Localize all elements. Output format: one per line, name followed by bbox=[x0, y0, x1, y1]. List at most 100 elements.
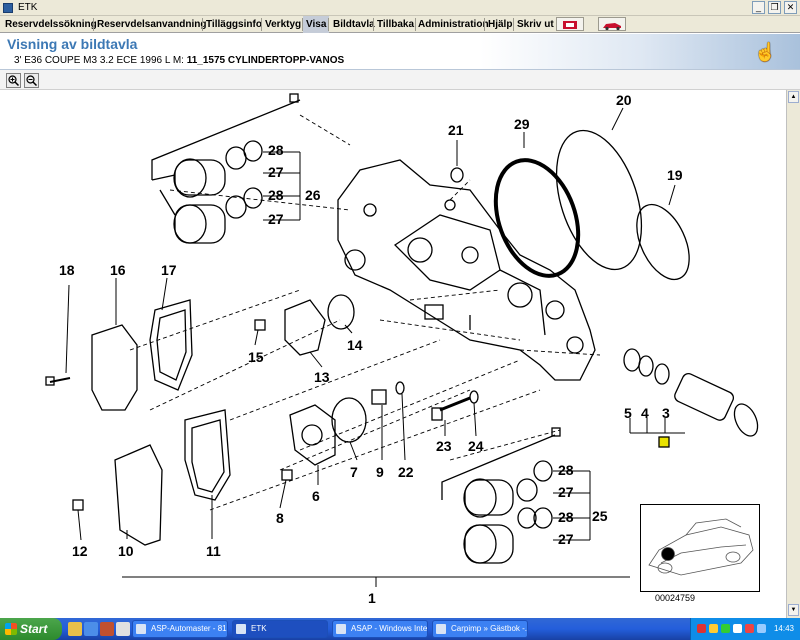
zoom-toolbar bbox=[0, 70, 800, 90]
diagram-title: 11_1575 CYLINDERTOPP-VANOS bbox=[186, 55, 345, 66]
callout-27-a[interactable]: 27 bbox=[268, 164, 284, 180]
zoom-in-icon bbox=[8, 75, 20, 87]
explorer-icon[interactable] bbox=[68, 622, 82, 636]
parts-diagram[interactable]: 1 3 4 5 6 7 8 9 10 11 12 13 14 15 16 17 18 19 20 21 22 23 24 25… bbox=[0, 90, 786, 618]
note-marker[interactable] bbox=[658, 436, 670, 448]
clock: 14:43 bbox=[773, 624, 794, 633]
location-dot bbox=[661, 547, 675, 561]
callout-8[interactable]: 8 bbox=[276, 510, 284, 526]
bolt-8 bbox=[281, 469, 293, 481]
start-button[interactable]: Start bbox=[0, 618, 62, 640]
callout-3[interactable]: 3 bbox=[662, 405, 670, 421]
image-number: 00024759 bbox=[655, 593, 696, 603]
menu-bar: Reservdelssökning Reservdelsanvandning T… bbox=[0, 16, 800, 33]
callout-27-b[interactable]: 27 bbox=[268, 211, 284, 227]
ie-icon[interactable] bbox=[84, 622, 98, 636]
vehicle-line: 3' E36 COUPE M3 3.2 ECE 1996 L M: 11_157… bbox=[14, 55, 344, 66]
menu-administration[interactable]: Administration bbox=[418, 16, 489, 33]
callout-20[interactable]: 20 bbox=[616, 92, 632, 108]
task-carpimp[interactable]: Carpimp » Gästbok -... bbox=[432, 620, 528, 638]
menu-reservdelssokning[interactable]: Reservdelssökning bbox=[5, 16, 97, 33]
callout-17[interactable]: 17 bbox=[161, 262, 177, 278]
volume-icon[interactable] bbox=[757, 624, 766, 633]
vertical-scrollbar[interactable]: ▲ ▼ bbox=[786, 90, 800, 618]
oring-14 bbox=[327, 294, 355, 330]
callout-23[interactable]: 23 bbox=[436, 438, 452, 454]
callout-22[interactable]: 22 bbox=[398, 464, 414, 480]
minimize-button[interactable]: _ bbox=[752, 1, 765, 14]
seal-29 bbox=[493, 158, 581, 278]
restore-button[interactable]: ❐ bbox=[768, 1, 781, 14]
callout-28-a[interactable]: 28 bbox=[268, 142, 284, 158]
menu-tillaggsinfo[interactable]: Tilläggsinfo bbox=[206, 16, 262, 33]
washer-24 bbox=[469, 390, 479, 404]
callout-4[interactable]: 4 bbox=[641, 405, 649, 421]
menu-reservdelsanvandning[interactable]: Reservdelsanvandning bbox=[97, 16, 206, 33]
callout-24[interactable]: 24 bbox=[468, 438, 484, 454]
callout-12[interactable]: 12 bbox=[72, 543, 88, 559]
callout-16[interactable]: 16 bbox=[110, 262, 126, 278]
callout-27-d[interactable]: 27 bbox=[558, 531, 574, 547]
task-asap[interactable]: ASAP - Windows Inte... bbox=[332, 620, 428, 638]
callout-27-c[interactable]: 27 bbox=[558, 484, 574, 500]
tray-icon-2[interactable] bbox=[709, 624, 718, 633]
menu-verktyg[interactable]: Verktyg bbox=[265, 16, 301, 33]
callout-15[interactable]: 15 bbox=[248, 349, 264, 365]
callout-11[interactable]: 11 bbox=[206, 543, 221, 559]
menu-hjalp[interactable]: Hjälp bbox=[488, 16, 512, 33]
callout-21[interactable]: 21 bbox=[448, 122, 464, 138]
callout-25[interactable]: 25 bbox=[592, 508, 608, 524]
media-icon[interactable] bbox=[100, 622, 114, 636]
close-button[interactable]: ✕ bbox=[784, 1, 797, 14]
title-bar: ETK _ ❐ ✕ bbox=[0, 0, 800, 16]
callout-10[interactable]: 10 bbox=[118, 543, 134, 559]
menu-skriv-ut[interactable]: Skriv ut bbox=[517, 16, 554, 33]
callout-28-d[interactable]: 28 bbox=[558, 509, 574, 525]
tray-icon-4[interactable] bbox=[733, 624, 742, 633]
menu-visa[interactable]: Visa bbox=[303, 16, 330, 33]
menu-bildtavla[interactable]: Bildtavla bbox=[333, 16, 375, 33]
vehicle-info: 3' E36 COUPE M3 3.2 ECE 1996 L M: bbox=[14, 55, 184, 66]
zoom-in-button[interactable] bbox=[6, 73, 21, 88]
zoom-out-icon bbox=[26, 75, 38, 87]
car-icon[interactable] bbox=[598, 17, 626, 31]
oring-7 bbox=[331, 397, 367, 443]
bolt-12 bbox=[72, 499, 84, 511]
task-asp-automaster[interactable]: ASP-Automaster - 81... bbox=[132, 620, 228, 638]
menu-tillbaka[interactable]: Tillbaka bbox=[377, 16, 414, 33]
callout-1[interactable]: 1 bbox=[368, 590, 376, 606]
oring-21 bbox=[450, 167, 464, 183]
callout-29[interactable]: 29 bbox=[514, 116, 530, 132]
vehicle-thumbnail[interactable] bbox=[640, 504, 760, 592]
app-icon bbox=[3, 3, 13, 13]
zoom-out-button[interactable] bbox=[24, 73, 39, 88]
callout-7[interactable]: 7 bbox=[350, 464, 358, 480]
seal-20 bbox=[555, 129, 643, 271]
actuator-piston-right bbox=[623, 348, 759, 437]
vanos-housing bbox=[337, 159, 596, 381]
page-header: Visning av bildtavla 3' E36 COUPE M3 3.2… bbox=[0, 34, 800, 70]
tray-icon-1[interactable] bbox=[697, 624, 706, 633]
callout-5[interactable]: 5 bbox=[624, 405, 632, 421]
callout-28-b[interactable]: 28 bbox=[268, 187, 284, 203]
callout-6[interactable]: 6 bbox=[312, 488, 320, 504]
solenoid-cluster-bottom bbox=[441, 427, 561, 564]
cover-13 bbox=[284, 299, 326, 356]
callout-13[interactable]: 13 bbox=[314, 369, 330, 385]
callout-14[interactable]: 14 bbox=[347, 337, 363, 353]
bolt-23 bbox=[439, 396, 471, 412]
windows-logo-icon bbox=[5, 623, 17, 635]
washer-22 bbox=[395, 381, 405, 395]
callout-28-c[interactable]: 28 bbox=[558, 462, 574, 478]
tray-icon-5[interactable] bbox=[745, 624, 754, 633]
pdf-icon[interactable] bbox=[556, 17, 584, 31]
scroll-up-button[interactable]: ▲ bbox=[788, 91, 799, 103]
tray-icon-3[interactable] bbox=[721, 624, 730, 633]
callout-26[interactable]: 26 bbox=[305, 187, 321, 203]
callout-19[interactable]: 19 bbox=[667, 167, 683, 183]
task-etk[interactable]: ETK bbox=[232, 620, 328, 638]
desktop-icon[interactable] bbox=[116, 622, 130, 636]
callout-9[interactable]: 9 bbox=[376, 464, 384, 480]
callout-18[interactable]: 18 bbox=[59, 262, 75, 278]
scroll-down-button[interactable]: ▼ bbox=[788, 604, 799, 616]
